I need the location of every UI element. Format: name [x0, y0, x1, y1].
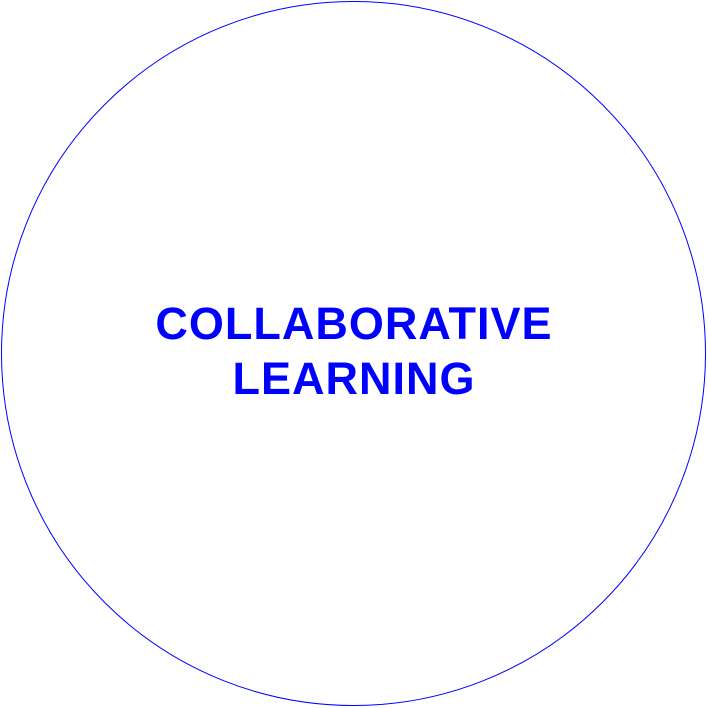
diagram-canvas: COLLABORATIVE LEARNING — [0, 0, 708, 708]
label-line-1: COLLABORATIVE — [155, 298, 553, 349]
circle-label: COLLABORATIVE LEARNING — [0, 296, 708, 406]
label-line-2: LEARNING — [232, 353, 476, 404]
